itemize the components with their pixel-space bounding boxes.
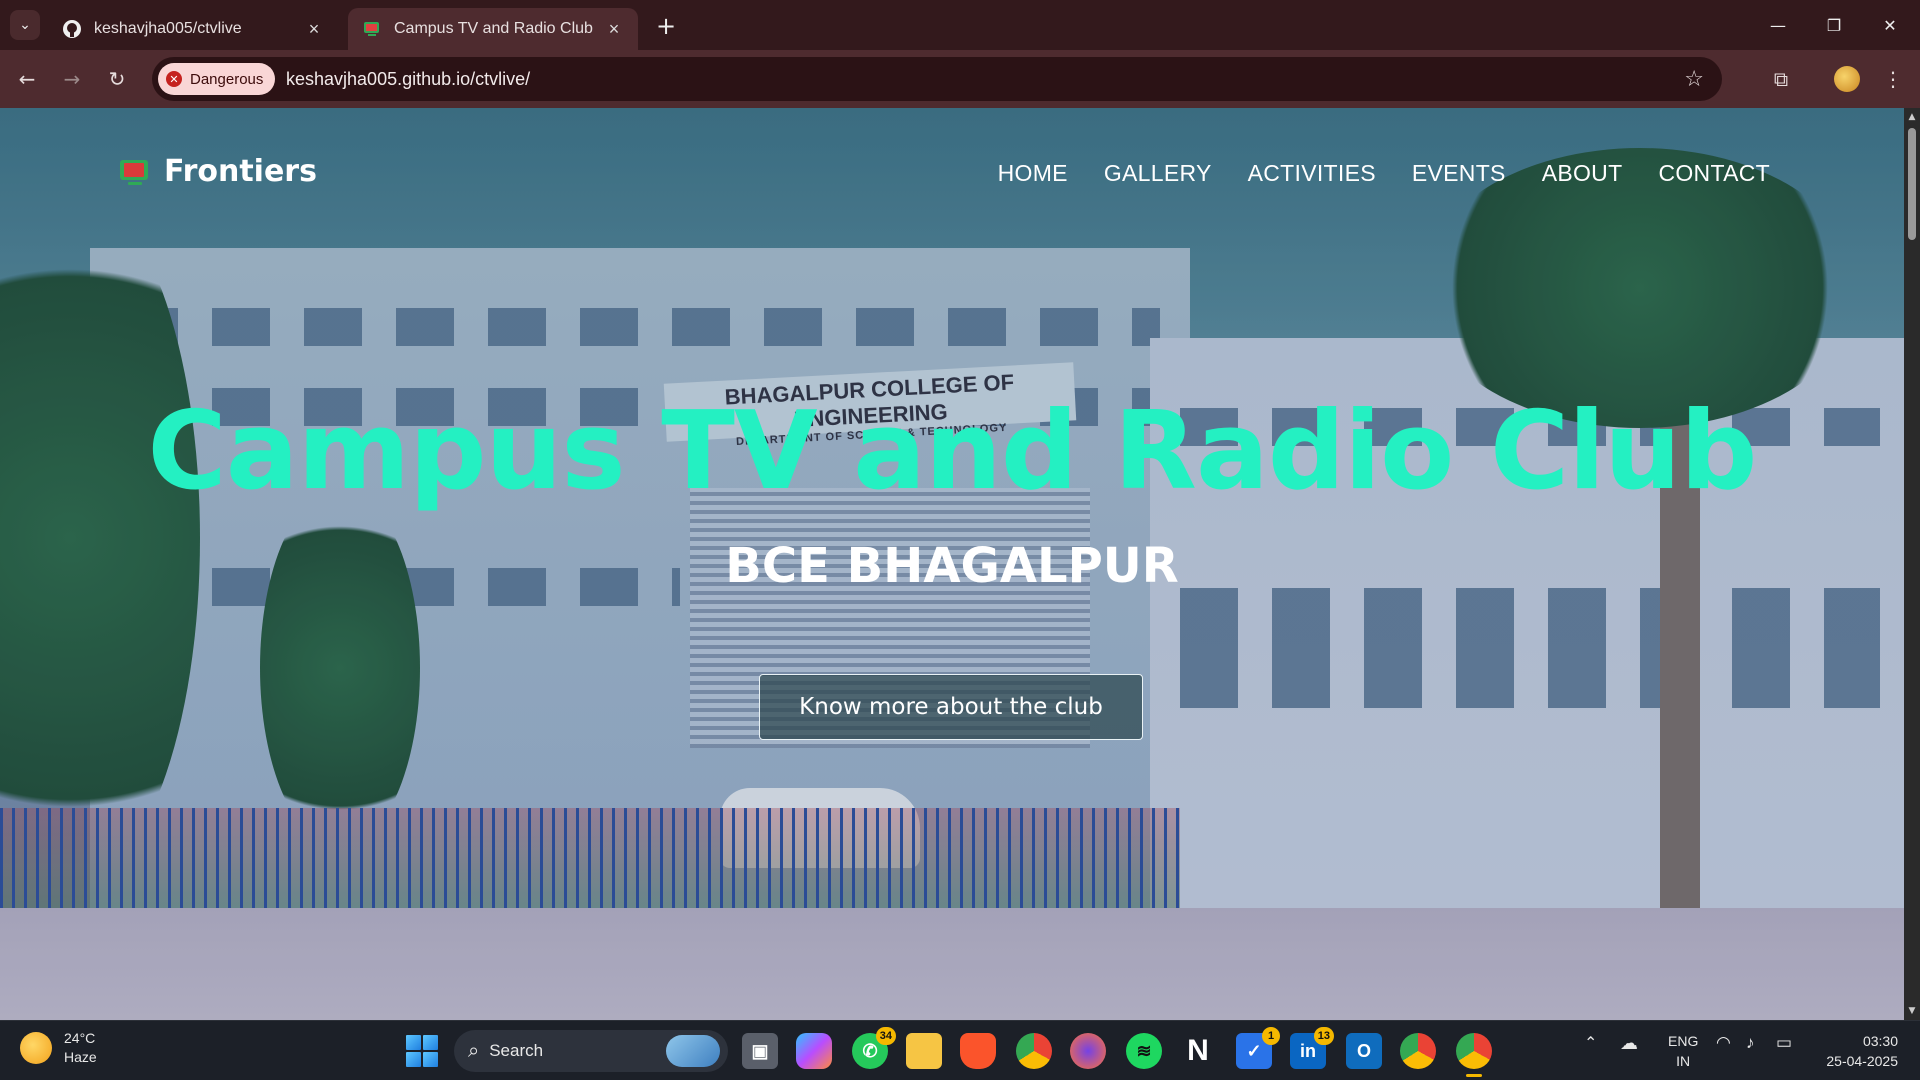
- forward-icon[interactable]: →: [57, 64, 87, 94]
- language-indicator[interactable]: ENG IN: [1668, 1031, 1698, 1071]
- weather-widget[interactable]: 24°C Haze: [20, 1029, 97, 1067]
- task-view-icon[interactable]: ▣: [742, 1033, 778, 1069]
- github-icon: [63, 20, 81, 38]
- volume-icon[interactable]: ♪: [1746, 1033, 1755, 1053]
- notification-badge: 1: [1262, 1027, 1280, 1045]
- site-logo-text[interactable]: Frontiers: [164, 154, 317, 189]
- hero-title: Campus TV and Radio Club: [147, 389, 1758, 514]
- search-label: Search: [489, 1041, 544, 1060]
- clock-time: 03:30: [1862, 1033, 1898, 1049]
- address-bar[interactable]: ✕ Dangerous keshavjha005.github.io/ctvli…: [152, 57, 1722, 101]
- scroll-down-icon[interactable]: ▼: [1907, 1006, 1917, 1016]
- close-window-button[interactable]: ✕: [1862, 0, 1918, 50]
- main-navigation: HOME GALLERY ACTIVITIES EVENTS ABOUT CON…: [998, 160, 1770, 187]
- know-more-button[interactable]: Know more about the club: [759, 674, 1143, 740]
- windows-taskbar: 24°C Haze ⌕ Search ▣ ✆ 34 ≋ N ✓ 1 in 13 …: [0, 1020, 1920, 1080]
- show-hidden-icons[interactable]: ⌃: [1584, 1033, 1597, 1053]
- tab-campus-tv[interactable]: Campus TV and Radio Club ×: [348, 8, 638, 50]
- tab-search-button[interactable]: ⌄: [10, 10, 40, 40]
- extensions-icon[interactable]: ⧉: [1766, 64, 1796, 94]
- scrollbar-thumb[interactable]: [1908, 128, 1916, 240]
- scroll-up-icon[interactable]: ▲: [1907, 112, 1917, 122]
- start-button[interactable]: [406, 1035, 438, 1067]
- tab-strip: ⌄ keshavjha005/ctvlive × Campus TV and R…: [0, 0, 1920, 50]
- nav-home[interactable]: HOME: [998, 160, 1068, 187]
- search-highlight-icon: [666, 1035, 720, 1067]
- weather-condition: Haze: [64, 1049, 97, 1065]
- close-tab-icon[interactable]: ×: [304, 19, 324, 40]
- hero-subtitle: BCE BHAGALPUR: [725, 538, 1179, 594]
- file-explorer-icon[interactable]: [906, 1033, 942, 1069]
- clock-date: 25-04-2025: [1826, 1053, 1898, 1069]
- nav-contact[interactable]: CONTACT: [1658, 160, 1770, 187]
- brave-icon[interactable]: [960, 1033, 996, 1069]
- web-page: BHAGALPUR COLLEGE OF ENGINEERING DEPARTM…: [0, 108, 1904, 1020]
- tv-logo-icon[interactable]: [118, 158, 152, 188]
- close-tab-icon[interactable]: ×: [604, 19, 624, 40]
- chrome-icon[interactable]: [1016, 1033, 1052, 1069]
- onedrive-icon[interactable]: ☁: [1620, 1033, 1638, 1054]
- more-menu-icon[interactable]: ⋮: [1878, 64, 1908, 94]
- system-clock[interactable]: 03:30 25-04-2025: [1826, 1031, 1898, 1071]
- wifi-icon[interactable]: ◠: [1716, 1033, 1731, 1053]
- nav-events[interactable]: EVENTS: [1412, 160, 1506, 187]
- back-icon[interactable]: ←: [12, 64, 42, 94]
- security-warning-chip[interactable]: ✕ Dangerous: [158, 63, 276, 95]
- security-label: Dangerous: [190, 70, 264, 88]
- restore-button[interactable]: ❐: [1806, 0, 1862, 50]
- tab-title: keshavjha005/ctvlive: [94, 20, 242, 37]
- whatsapp-icon[interactable]: ✆ 34: [852, 1027, 896, 1069]
- nav-activities[interactable]: ACTIVITIES: [1248, 160, 1376, 187]
- battery-icon[interactable]: ▭: [1776, 1033, 1792, 1053]
- notification-badge: 13: [1313, 1027, 1334, 1045]
- danger-icon: ✕: [166, 71, 182, 87]
- chrome-active-icon[interactable]: [1456, 1033, 1492, 1077]
- weather-temp: 24°C: [64, 1030, 96, 1046]
- page-scrollbar[interactable]: ▲ ▼: [1904, 108, 1920, 1020]
- weather-sun-icon: [20, 1032, 52, 1064]
- nav-about[interactable]: ABOUT: [1542, 160, 1623, 187]
- active-app-indicator: [1466, 1074, 1482, 1077]
- reload-icon[interactable]: ↻: [102, 64, 132, 94]
- taskbar-search[interactable]: ⌕ Search: [454, 1030, 728, 1072]
- browser-toolbar: ← → ↻ ✕ Dangerous keshavjha005.github.io…: [0, 50, 1920, 108]
- linkedin-icon[interactable]: in 13: [1290, 1027, 1334, 1069]
- new-tab-button[interactable]: +: [652, 12, 680, 40]
- notification-badge: 34: [875, 1027, 896, 1045]
- nav-gallery[interactable]: GALLERY: [1104, 160, 1212, 187]
- firefox-icon[interactable]: [1070, 1033, 1106, 1069]
- tab-title: Campus TV and Radio Club: [394, 20, 593, 37]
- todo-icon[interactable]: ✓ 1: [1236, 1027, 1280, 1069]
- spotify-icon[interactable]: ≋: [1126, 1033, 1162, 1069]
- notion-icon[interactable]: N: [1180, 1033, 1216, 1069]
- url-text[interactable]: keshavjha005.github.io/ctvlive/: [286, 69, 530, 90]
- bookmark-star-icon[interactable]: ☆: [1684, 67, 1704, 92]
- outlook-icon[interactable]: O: [1346, 1033, 1382, 1069]
- chrome-profile-icon[interactable]: [1400, 1033, 1436, 1069]
- tab-github[interactable]: keshavjha005/ctvlive ×: [48, 8, 338, 50]
- minimize-button[interactable]: —: [1750, 0, 1806, 50]
- tv-icon: [364, 22, 379, 36]
- site-navbar: Frontiers HOME GALLERY ACTIVITIES EVENTS…: [0, 108, 1904, 218]
- search-icon: ⌕: [468, 1039, 480, 1062]
- copilot-icon[interactable]: [796, 1033, 832, 1069]
- profile-avatar[interactable]: [1832, 64, 1862, 94]
